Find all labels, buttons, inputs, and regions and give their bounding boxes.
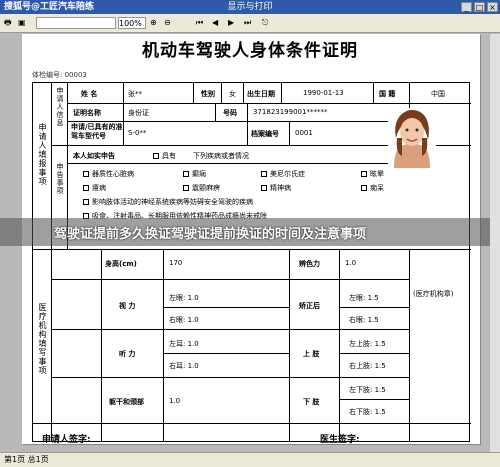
declare-label: 本人如实申告 xyxy=(73,152,115,160)
condition-item: 震颤麻痹 xyxy=(192,184,220,192)
hearing-right: 右耳: 1.0 xyxy=(169,362,199,370)
condition-checkbox[interactable] xyxy=(261,185,267,191)
condition-item: 精神病 xyxy=(270,184,291,192)
corrected-label: 矫正后 xyxy=(299,302,320,310)
upper-label: 上 肢 xyxy=(303,350,320,358)
condition-item: 痴呆 xyxy=(370,184,384,192)
name-label: 姓 名 xyxy=(81,90,98,98)
id-no-value: 371823199001****** xyxy=(253,108,328,116)
upper-left: 左上肢: 1.5 xyxy=(349,340,386,348)
id-no-label: 号码 xyxy=(223,109,237,117)
org-stamp: (医疗机构章) xyxy=(413,290,454,298)
declare-checkbox[interactable] xyxy=(153,153,159,159)
condition-item: 癔病 xyxy=(92,184,106,192)
first-page-icon[interactable]: ⏮ xyxy=(196,17,203,29)
license-value: S-0** xyxy=(128,129,147,137)
toolbar: 🖶 ▣ 100% ⊕ ⊖ ⏮ ◀ ▶ ⏭ ⎋ xyxy=(0,14,500,33)
applicant-info-label: 申请人信息 xyxy=(56,87,64,127)
color-label: 辨色力 xyxy=(299,260,320,268)
hearing-left: 左耳: 1.0 xyxy=(169,340,199,348)
trunk-value: 1.0 xyxy=(169,397,181,405)
condition-item: 影响肢体活动的神经系统疾病等妨碍安全驾驶的疾病 xyxy=(92,198,253,206)
declare-side: 申告事项 xyxy=(56,163,64,195)
height-value: 170 xyxy=(169,259,183,267)
close-icon[interactable]: × xyxy=(487,2,498,12)
nation-value: 中国 xyxy=(431,90,445,98)
id-type-value: 身份证 xyxy=(128,109,149,117)
section-medical: 医疗机构填写事项 xyxy=(38,303,47,375)
vision-right: 右眼: 1.0 xyxy=(169,316,199,324)
condition-checkbox[interactable] xyxy=(83,199,89,205)
corrected-left: 左眼: 1.5 xyxy=(349,294,379,302)
font-select[interactable] xyxy=(36,17,116,29)
serial-label: 体检编号: xyxy=(32,71,63,79)
maximize-icon[interactable]: □ xyxy=(474,2,485,12)
lower-left: 左下肢: 1.5 xyxy=(349,386,386,394)
lower-right: 右下肢: 1.5 xyxy=(349,408,386,416)
print-icon[interactable]: 🖶 xyxy=(4,17,12,29)
vertical-scrollbar[interactable] xyxy=(490,34,500,452)
condition-checkbox[interactable] xyxy=(183,171,189,177)
gender-value: 女 xyxy=(229,90,236,98)
zoom-out-icon[interactable]: ⊖ xyxy=(164,17,171,29)
section-applicant: 申请人填报事项 xyxy=(38,123,47,186)
condition-checkbox[interactable] xyxy=(183,185,189,191)
vision-left: 左眼: 1.0 xyxy=(169,294,199,302)
condition-checkbox[interactable] xyxy=(83,171,89,177)
doctor-sign: 医生签字: xyxy=(320,435,360,445)
name-value: 张** xyxy=(128,90,142,98)
doc-title: 机动车驾驶人身体条件证明 xyxy=(142,41,358,61)
condition-item: 癫痫 xyxy=(192,170,206,178)
condition-checkbox[interactable] xyxy=(83,185,89,191)
zoom-select[interactable]: 100% xyxy=(118,17,146,29)
minimize-icon[interactable]: _ xyxy=(461,2,472,12)
declare-desc: 下列疾病或者情况 xyxy=(193,152,249,160)
id-type-label: 证明名称 xyxy=(73,109,101,117)
prev-page-icon[interactable]: ◀ xyxy=(212,17,218,29)
trunk-label: 躯干和颈部 xyxy=(109,398,144,406)
archive-label: 档案编号 xyxy=(251,130,279,138)
zoom-in-icon[interactable]: ⊕ xyxy=(150,17,157,29)
archive-value: 0001 xyxy=(295,129,313,137)
declare-option: 具有 xyxy=(162,152,176,160)
dob-value: 1990-01-13 xyxy=(303,89,344,97)
condition-checkbox[interactable] xyxy=(361,171,367,177)
vision-label: 视 力 xyxy=(119,302,136,310)
app-title: 搜狐号@工匠汽车陪练 xyxy=(4,2,95,12)
exit-icon[interactable]: ⎋ xyxy=(262,17,268,29)
condition-item: 眩晕 xyxy=(370,170,384,178)
applicant-photo xyxy=(388,108,436,168)
dob-label: 出生日期 xyxy=(247,90,275,98)
height-label: 身高(cm) xyxy=(105,260,137,268)
condition-item: 器质性心脏病 xyxy=(92,170,134,178)
serial-value: 00003 xyxy=(64,71,87,79)
license-label: 申请/已具有的准驾车型代号 xyxy=(71,123,123,140)
save-icon[interactable]: ▣ xyxy=(18,17,26,29)
banner-text: 驾驶证提前多久换证驾驶证提前换证的时间及注意事项 xyxy=(54,227,367,242)
nation-label: 国 籍 xyxy=(379,90,396,98)
status-bar: 第1页 总1页 xyxy=(0,452,500,467)
next-page-icon[interactable]: ▶ xyxy=(228,17,234,29)
upper-right: 右上肢: 1.5 xyxy=(349,362,386,370)
condition-checkbox[interactable] xyxy=(361,185,367,191)
lower-label: 下 肢 xyxy=(303,398,320,406)
overlay-banner: 驾驶证提前多久换证驾驶证提前换证的时间及注意事项 xyxy=(0,218,500,246)
gender-label: 性别 xyxy=(201,90,215,98)
page-indicator: 第1页 总1页 xyxy=(4,455,49,464)
condition-item: 美尼尔氏症 xyxy=(270,170,305,178)
color-value: 1.0 xyxy=(345,259,357,267)
applicant-sign: 申请人签字: xyxy=(42,435,91,445)
window-title: 显示与打印 xyxy=(227,2,273,12)
corrected-right: 右眼: 1.5 xyxy=(349,316,379,324)
hearing-label: 听 力 xyxy=(119,350,136,358)
condition-checkbox[interactable] xyxy=(261,171,267,177)
last-page-icon[interactable]: ⏭ xyxy=(244,17,251,29)
title-bar: 搜狐号@工匠汽车陪练 显示与打印 _ □ × xyxy=(0,0,500,14)
